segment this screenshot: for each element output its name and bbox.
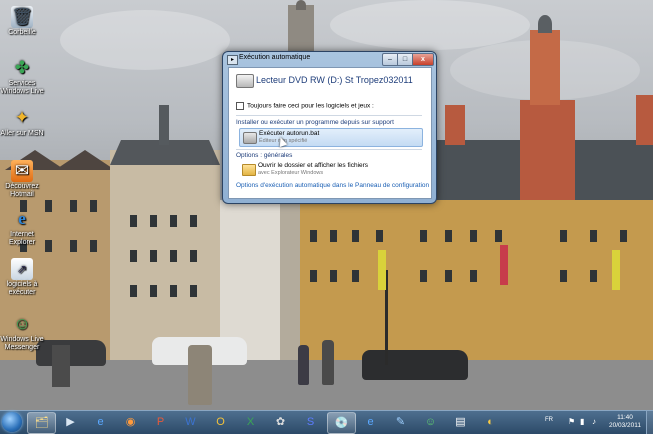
option-folder-label: Ouvrir le dossier et afficher les fichie… [258, 162, 369, 169]
option-folder-sub: avec Explorateur Windows [258, 170, 324, 176]
paint-icon[interactable]: ✎ [387, 412, 414, 432]
always-do-this-row[interactable]: Toujours faire ceci pour les logiciels e… [236, 102, 374, 110]
desktop-icon-windows-live-services[interactable]: ✤ Services Windows Live [0, 57, 44, 96]
msn-butterfly-icon: ✦ [14, 108, 30, 127]
desktop-icon-logiciels[interactable]: ⇗ logiciels à exécuter [0, 258, 44, 297]
outlook-icon[interactable]: O [207, 412, 234, 432]
autoplay-window-icon[interactable]: 💿 [327, 412, 356, 434]
flag-icon[interactable]: ⚑ [568, 417, 575, 426]
dvd-drive-icon [236, 74, 254, 88]
always-do-this-label: Toujours faire ceci pour les logiciels e… [247, 102, 374, 110]
app-icon[interactable]: ✿ [267, 412, 294, 432]
autoplay-dialog: ▸ Exécution automatique – □ x Lecteur DV… [222, 51, 437, 204]
firefox-icon[interactable]: ◉ [117, 412, 144, 432]
control-panel-link[interactable]: Options d'exécution automatique dans le … [236, 182, 429, 189]
clock-time: 11:40 [617, 414, 633, 421]
clock[interactable]: 11:40 20/03/2011 [605, 414, 645, 430]
minimize-button[interactable]: – [382, 53, 398, 66]
messenger-icon[interactable]: ☺ [417, 412, 444, 432]
media-player-icon[interactable]: ▶ [57, 412, 84, 432]
network-icon[interactable]: ▮ [580, 417, 584, 426]
excel-icon[interactable]: X [237, 412, 264, 432]
desktop-icon-messenger[interactable]: ☺ Windows Live Messenger [0, 313, 44, 352]
option-run-label: Exécuter autorun.bat [259, 130, 320, 137]
recycle-bin-icon: 🗑 [11, 6, 33, 28]
desktop-icon-hotmail[interactable]: ✉ Découvrez Hotmail [0, 160, 44, 199]
option-run-autorun[interactable]: Exécuter autorun.bat Éditeur non spécifi… [239, 128, 423, 147]
dialog-title: Exécution automatique [239, 54, 311, 61]
close-button[interactable]: x [412, 53, 434, 66]
powerpoint-icon[interactable]: P [147, 412, 174, 432]
language-indicator[interactable]: FR [545, 417, 553, 423]
show-desktop-button[interactable] [646, 411, 653, 434]
word-icon[interactable]: W [177, 412, 204, 432]
desktop-icon-internet-explorer[interactable]: e Internet Explorer [0, 208, 44, 247]
desktop-icon-recycle-bin[interactable]: 🗑 Corbeille [0, 6, 44, 37]
internet-explorer-icon[interactable]: e [87, 412, 114, 432]
autorun-program-icon [243, 132, 257, 144]
desktop-icon-msn[interactable]: ✦ Aller sur MSN [0, 107, 44, 138]
section-install-heading: Installer ou exécuter un programme depui… [236, 119, 394, 126]
volume-icon[interactable]: ♪ [592, 417, 596, 426]
dialog-titlebar[interactable]: ▸ Exécution automatique – □ x [223, 52, 436, 67]
drive-title: Lecteur DVD RW (D:) St Tropez032011 [256, 75, 413, 85]
folder-shortcut-icon: ⇗ [11, 258, 33, 280]
option-open-folder[interactable]: Ouvrir le dossier et afficher les fichie… [239, 161, 421, 178]
taskbar: 🗂 ▶ e ◉ P W O X ✿ S 💿 e ✎ ☺ ▤ ◐ FR ⚑ ▮ ♪ 11:40 20/03/20… [0, 410, 653, 434]
internet-explorer-icon: e [18, 209, 26, 228]
maximize-button[interactable]: □ [397, 53, 413, 66]
dialog-content: Lecteur DVD RW (D:) St Tropez032011 Touj… [228, 67, 432, 199]
start-button[interactable] [2, 412, 22, 432]
windows-explorer-icon[interactable]: 🗂 [27, 412, 56, 434]
clock-date: 20/03/2011 [608, 422, 642, 429]
internet-explorer-2-icon[interactable]: e [357, 412, 384, 432]
security-icon[interactable]: S [297, 412, 324, 432]
separator [236, 115, 422, 116]
messenger-icon: ☺ [13, 314, 31, 333]
section-general-heading: Options : générales [236, 152, 293, 159]
document-icon[interactable]: ▤ [447, 412, 474, 432]
windows-live-services-icon: ✤ [14, 58, 30, 77]
folder-icon [242, 164, 256, 176]
chat-icon[interactable]: ◐ [477, 412, 504, 432]
autoplay-icon: ▸ [227, 55, 238, 65]
always-do-this-checkbox[interactable] [236, 102, 244, 110]
separator [236, 149, 422, 150]
hotmail-icon: ✉ [11, 160, 33, 182]
